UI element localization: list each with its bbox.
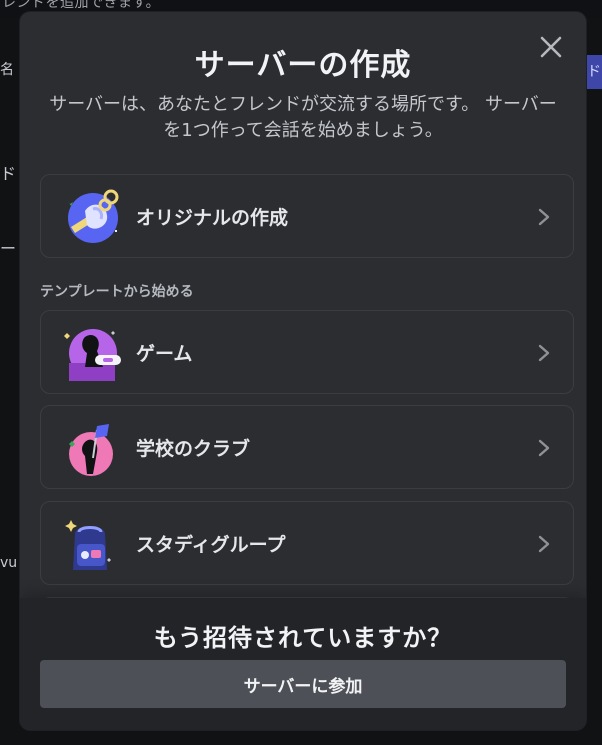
background-left-snippet: vu (0, 555, 18, 571)
modal-description: サーバーは、あなたとフレンドが交流する場所です。 サーバーを1つ作って会話を始め… (49, 94, 557, 141)
create-original-option[interactable]: オリジナルの作成 (40, 174, 574, 258)
create-server-modal: サーバーの作成 サーバーは、あなたとフレンドが交流する場所です。 サーバーを1つ… (20, 12, 586, 730)
study-group-illustration-icon (65, 520, 111, 570)
create-original-illustration-icon (68, 189, 119, 243)
join-server-button[interactable]: サーバーに参加 (40, 660, 566, 708)
template-label-gaming: ゲーム (136, 342, 193, 365)
template-option-gaming[interactable]: ゲーム (40, 310, 574, 394)
already-invited-heading: もう招待されていますか？ (153, 624, 453, 652)
background-right-button: ド (584, 55, 602, 89)
template-label-study-group: スタディグループ (136, 533, 286, 556)
chevron-right-icon (538, 535, 550, 553)
template-label-school-club: 学校のクラブ (136, 437, 251, 460)
chevron-right-icon (538, 344, 550, 362)
template-option-study-group[interactable]: スタディグループ (40, 501, 574, 585)
create-original-label: オリジナルの作成 (136, 206, 289, 229)
chevron-right-icon (538, 439, 550, 457)
background-left-snippet: ド (0, 164, 17, 183)
school-club-illustration-icon (69, 424, 113, 476)
background-left-column: 名 ド ー vu (0, 35, 22, 735)
background-left-snippet: 名 (0, 62, 14, 78)
modal-footer: もう招待されていますか？ サーバーに参加 (20, 598, 586, 730)
gaming-illustration-icon (64, 329, 121, 381)
chevron-right-icon (538, 208, 550, 226)
background-right-snippet: ド (587, 64, 601, 80)
template-section-label: テンプレートから始める (40, 284, 194, 300)
modal-title: サーバーの作成 (194, 48, 412, 83)
background-left-snippet: ー (0, 239, 17, 258)
template-option-school-club[interactable]: 学校のクラブ (40, 405, 574, 489)
background-top-text: レンドを追加できます。 (2, 0, 161, 11)
